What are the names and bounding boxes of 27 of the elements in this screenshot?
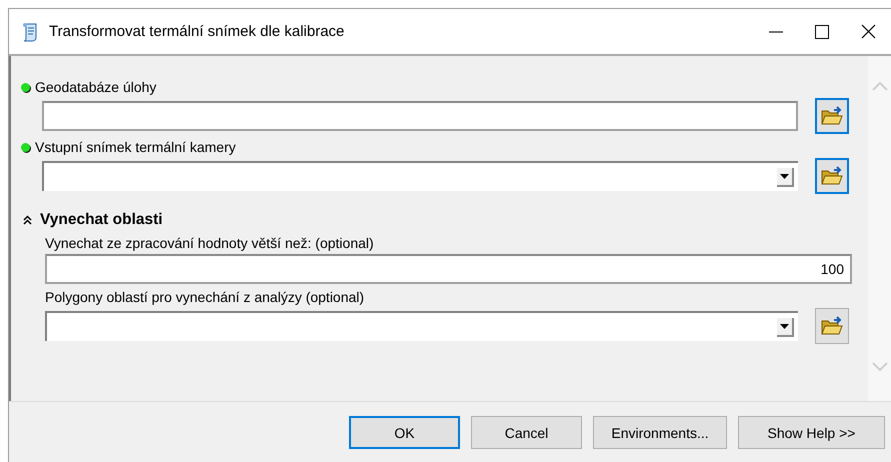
folder-icon	[820, 105, 844, 127]
browse-button[interactable]	[815, 158, 849, 194]
dropdown-field[interactable]	[42, 161, 798, 191]
dialog-button[interactable]: Show Help >>	[738, 416, 885, 449]
window-title: Transformovat termální snímek dle kalibrace	[49, 23, 346, 40]
dialog-button[interactable]: Cancel	[471, 416, 582, 449]
browse-button[interactable]	[815, 308, 849, 344]
minimize-icon	[769, 30, 783, 32]
dropdown-field[interactable]	[45, 311, 798, 341]
folder-icon	[820, 165, 844, 187]
input-field[interactable]	[42, 101, 798, 131]
folder-icon	[820, 315, 844, 337]
browse-button[interactable]	[815, 98, 849, 134]
scroll-tool-icon	[21, 22, 39, 42]
parameter-label: Vynechat ze zpracování hodnoty větší než: (optional)	[45, 235, 374, 251]
parameter-label: Polygony oblastí pro vynechání z analýzy (optional)	[45, 289, 364, 305]
close-icon	[860, 24, 876, 39]
dialog-button[interactable]: Environments...	[593, 416, 727, 449]
parameter-label: Geodatabáze úlohy	[35, 79, 156, 95]
parameter-label: Vstupní snímek termální kamery	[35, 139, 236, 155]
field-value: 100	[820, 261, 844, 277]
input-field[interactable]: 100	[45, 254, 852, 284]
collapse-chevron-icon	[23, 215, 32, 225]
section-title: Vynechat oblasti	[40, 211, 163, 229]
dialog-button[interactable]: OK	[349, 416, 460, 449]
maximize-icon	[815, 24, 829, 38]
section-header[interactable]: Vynechat oblasti	[23, 210, 849, 230]
